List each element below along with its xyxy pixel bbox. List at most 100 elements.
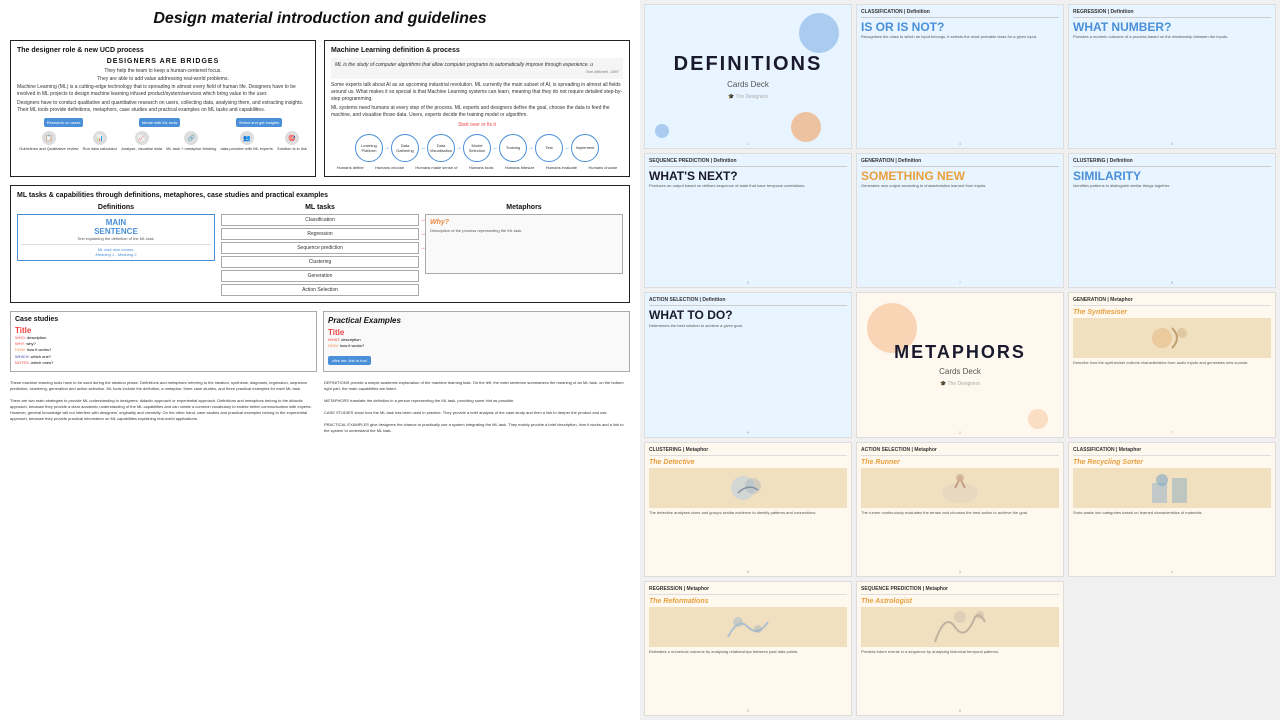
hero-circle-orange-1 <box>791 112 821 142</box>
meta-card-sequence: SEQUENCE PREDICTION | Metaphor The Astro… <box>856 581 1064 716</box>
def-action-body: Determines the best solution to achieve … <box>649 323 847 329</box>
def-regression-page: 5 <box>1171 141 1173 146</box>
flow-icon-4: 🔗 ML task + metaphor thinking <box>166 131 216 151</box>
task-action: Action Selection <box>221 284 419 296</box>
meta-regression-header: REGRESSION | Metaphor <box>649 586 847 595</box>
def-generation-body: Generates new output according to charac… <box>861 183 1059 189</box>
meta-generation-image <box>1073 318 1271 358</box>
def-action-page: 9 <box>747 430 749 435</box>
meta-card-clustering: CLUSTERING | Metaphor The Detective The … <box>644 442 852 577</box>
process-arrow-1: → <box>384 145 390 151</box>
flow-item-2: Ideate with ML tools <box>139 118 180 127</box>
designers-sub2: They are able to add value addressing re… <box>17 76 309 82</box>
cap-main-sentence: MAINSENTENCE <box>21 218 211 236</box>
practical-labels: WHAT: description HOW: how it works? <box>328 337 625 350</box>
meta-clustering-image <box>649 468 847 508</box>
hero-circle-blue-2 <box>655 124 669 138</box>
task-clustering: Clustering <box>221 256 419 268</box>
classification-illustration <box>1142 468 1202 508</box>
bottom-text-left: These machine learning tools have to be … <box>10 380 316 710</box>
meta-sequence-body: Predicts future events in a sequence by … <box>861 649 1059 655</box>
label-4: Humans tools <box>469 165 493 170</box>
sequence-illustration <box>930 607 990 647</box>
process-circle-4: Model Selection <box>463 134 491 162</box>
meta-regression-body: Estimates a numerical outcome by analysi… <box>649 649 847 655</box>
def-sequence-page: 6 <box>747 280 749 285</box>
meta-sequence-image <box>861 607 1059 647</box>
case-studies-title: Case studies <box>15 316 312 323</box>
ml-process-labels: Humans define Humans choose Humans make … <box>331 165 623 170</box>
capabilities-section: ML tasks & capabilities through definiti… <box>10 185 630 303</box>
meta-classification-body: Sorts waste into categories based on lea… <box>1073 510 1271 516</box>
label-5: Humans bitesize <box>505 165 535 170</box>
right-panel: DEFINITIONS Cards Deck 🎓 The Designers 1… <box>640 0 1280 720</box>
meta-regression-image <box>649 607 847 647</box>
metaphors-hero-logo: 🎓 The Designers <box>940 381 980 387</box>
left-panel: Design material introduction and guideli… <box>0 0 640 720</box>
cap-metaphor-why: Why? <box>430 219 618 226</box>
meta-card-action: ACTION SELECTION | Metaphor The Runner T… <box>856 442 1064 577</box>
def-card-regression: REGRESSION | Definition WHAT NUMBER? Pro… <box>1068 4 1276 149</box>
cap-col-definitions: Definitions MAINSENTENCE Text explaining… <box>17 204 215 296</box>
flow-icon-2: 📊 Run data calculator <box>83 131 117 151</box>
def-classification-page: 4 <box>959 141 961 146</box>
process-circle-7: Implement <box>571 134 599 162</box>
def-sequence-body: Produces an output based on defined sequ… <box>649 183 847 189</box>
meta-generation-header: GENERATION | Metaphor <box>1073 297 1271 306</box>
case-studies-box: Case studies Title WHO: description WHY:… <box>10 311 317 373</box>
restart-note: Start over or fix it <box>331 122 623 128</box>
practical-btn[interactable]: click me, link to tool <box>328 356 371 365</box>
def-generation-header: GENERATION | Definition <box>861 158 1059 167</box>
action-illustration <box>930 468 990 508</box>
def-card-generation: GENERATION | Definition SOMETHING NEW Ge… <box>856 153 1064 288</box>
flow-item-3: Select and get insights <box>236 118 282 127</box>
process-circle-6: Test <box>535 134 563 162</box>
def-clustering-body: Identifies patterns to distinguish simil… <box>1073 183 1271 189</box>
meta-clustering-header: CLUSTERING | Metaphor <box>649 447 847 456</box>
ml-definition-body: ML is the study of computer algorithms t… <box>331 58 623 119</box>
meta-classification-subtitle: The Recycling Sorter <box>1073 459 1271 466</box>
meta-generation-subtitle: The Synthesiser <box>1073 309 1271 316</box>
designer-role-body: Machine Learning (ML) is a cutting-edge … <box>17 84 309 114</box>
practical-examples-box: Practical Examples Title WHAT: descripti… <box>323 311 630 373</box>
cap-metaphor-desc: Description of the process representing … <box>430 228 618 233</box>
def-card-clustering: CLUSTERING | Definition SIMILARITY Ident… <box>1068 153 1276 288</box>
ml-definition-section: Machine Learning definition & process ML… <box>324 40 630 177</box>
task-classification: Classification <box>221 214 419 226</box>
def-clustering-page: 8 <box>1171 280 1173 285</box>
metaphors-page-number: 2 <box>959 430 961 435</box>
def-regression-body: Provides a numeric outcome of a process … <box>1073 34 1271 40</box>
cap-task-boxes: Classification Regression Sequence predi… <box>221 214 419 296</box>
def-action-text: WHAT TO DO? <box>649 309 847 322</box>
meta-sequence-page: 6 <box>959 708 961 713</box>
practical-title-label: Title <box>328 328 625 337</box>
ml-process-circles: Learning Platform → Data Gathering → Dat… <box>331 134 623 162</box>
metaphors-hero-title: METAPHORS <box>894 342 1026 363</box>
def-clustering-text: SIMILARITY <box>1073 170 1271 183</box>
def-classification-header: CLASSIFICATION | Definition <box>861 9 1059 18</box>
process-circle-2: Data Gathering <box>391 134 419 162</box>
meta-sequence-subtitle: The Astrologist <box>861 598 1059 605</box>
cap-metaphor-box: Why? Description of the process represen… <box>425 214 623 274</box>
hero-logo: 🎓 The Designers <box>728 94 768 100</box>
meta-clustering-subtitle: The Detective <box>649 459 847 466</box>
mini-flow: Research on users Ideate with ML tools S… <box>17 118 309 127</box>
process-arrow-4: → <box>492 145 498 151</box>
task-sequence: Sequence prediction <box>221 242 419 254</box>
meta-regression-page: 5 <box>747 708 749 713</box>
task-generation: Generation <box>221 270 419 282</box>
meta-classification-image <box>1073 468 1271 508</box>
task-regression: Regression <box>221 228 419 240</box>
designers-sub1: They help the team to keep a human-cente… <box>17 68 309 74</box>
cap-def-sub2: ML task also means:Meaning 1 - Meaning 2 <box>21 244 211 257</box>
top-sections: The designer role & new UCD process DESI… <box>10 40 630 177</box>
meta-action-page: 9 <box>959 569 961 574</box>
cap-col-metaphors: Metaphors Why? Description of the proces… <box>425 204 623 296</box>
meta-card-classification: CLASSIFICATION | Metaphor The Recycling … <box>1068 442 1276 577</box>
definitions-hero-card: DEFINITIONS Cards Deck 🎓 The Designers 1 <box>644 4 852 149</box>
def-classification-body: Recognises the class to which an input b… <box>861 34 1059 40</box>
label-1: Humans define <box>337 165 364 170</box>
flow-icon-3: 📈 Analyse, visualise data <box>121 131 162 151</box>
process-arrow-3: → <box>456 145 462 151</box>
def-sequence-header: SEQUENCE PREDICTION | Definition <box>649 158 847 167</box>
